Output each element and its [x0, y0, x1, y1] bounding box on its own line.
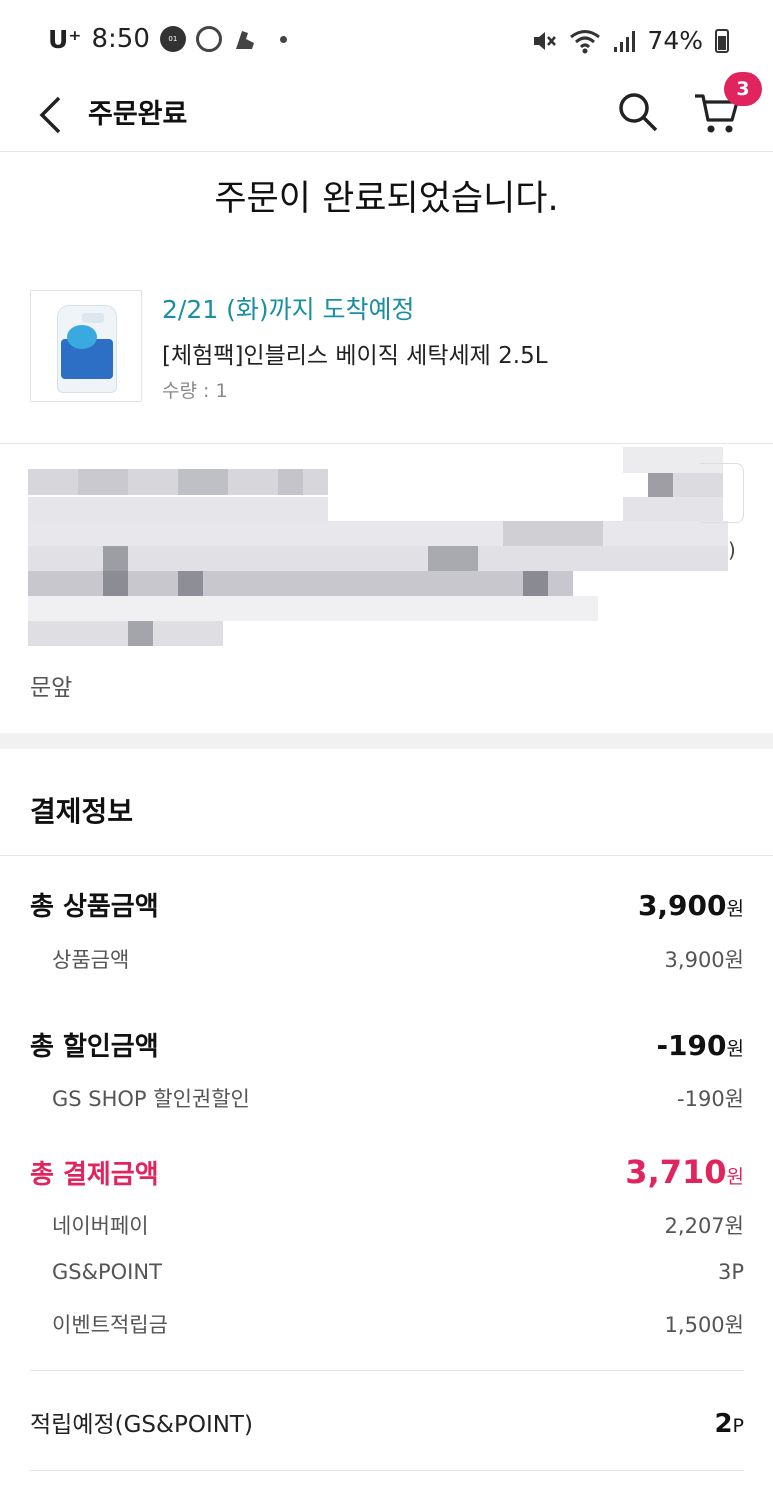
redacted-line [28, 497, 328, 521]
accrual-label: 적립예정(GS&POINT) [30, 1412, 253, 1438]
naverpay-label: 네이버페이 [52, 1214, 149, 1238]
total-product-label: 총 상품금액 [30, 892, 159, 922]
redacted-cell [648, 473, 673, 497]
section-divider [0, 733, 773, 749]
lock-app-icon-label: 01 LOCK [163, 35, 183, 69]
won-unit: 원 [726, 898, 744, 920]
accrual-value: 2P [714, 1409, 744, 1439]
search-button[interactable] [612, 86, 664, 138]
address-suffix: ) [728, 538, 736, 562]
order-product[interactable]: 2/21 (화)까지 도착예정 [체험팩]인블리스 베이직 세탁세제 2.5L … [30, 290, 750, 402]
redacted-cell [103, 546, 128, 571]
gspoint-row: GS&POINT 3P [30, 1260, 744, 1284]
chevron-left-icon [39, 96, 61, 134]
total-discount-label: 총 할인금액 [30, 1032, 159, 1062]
product-quantity: 수량 : 1 [162, 380, 228, 402]
redacted-cell [523, 571, 548, 596]
total-discount-amount: -190 [656, 1029, 727, 1062]
signal-icon [614, 30, 636, 52]
won-unit: 원 [726, 1166, 744, 1188]
address-change-button[interactable] [700, 463, 744, 523]
total-product-row: 총 상품금액 3,900원 [30, 886, 744, 923]
event-credit-label: 이벤트적립금 [52, 1313, 168, 1337]
delivery-eta: 2/21 (화)까지 도착예정 [162, 295, 415, 324]
redacted-line [28, 546, 728, 571]
mute-icon [534, 31, 557, 50]
product-thumbnail[interactable] [30, 290, 142, 402]
total-payment-value: 3,710원 [625, 1153, 744, 1191]
divider [30, 1370, 744, 1371]
gspoint-label: GS&POINT [52, 1260, 162, 1284]
notification-dot-icon [279, 35, 287, 43]
divider [30, 1470, 744, 1471]
redacted-address [28, 447, 738, 657]
lock-app-icon: 01 LOCK [159, 26, 186, 69]
product-amount-row: 상품금액 3,900원 [30, 944, 744, 974]
total-product-value: 3,900원 [638, 889, 744, 922]
product-amount-value: 3,900원 [664, 948, 744, 972]
divider [0, 443, 773, 444]
coupon-discount-value: -190원 [677, 1087, 744, 1111]
total-payment-amount: 3,710 [625, 1153, 727, 1191]
redacted-cell [278, 469, 303, 495]
redacted-cell [503, 521, 603, 546]
event-credit-row: 이벤트적립금 1,500원 [30, 1309, 744, 1339]
total-payment-label: 총 결제금액 [30, 1160, 159, 1190]
naverpay-value: 2,207원 [664, 1214, 744, 1238]
total-discount-row: 총 할인금액 -190원 [30, 1026, 744, 1063]
redacted-cell [78, 469, 128, 495]
redacted-line [28, 596, 598, 621]
shoe-icon [235, 31, 254, 49]
point-unit: P [732, 1415, 744, 1437]
status-left: U⁺ 8:50 01 LOCK [48, 24, 287, 69]
naverpay-row: 네이버페이 2,207원 [30, 1210, 744, 1240]
redacted-cell [178, 469, 228, 495]
redacted-cell [178, 571, 203, 596]
divider [0, 855, 773, 856]
total-discount-value: -190원 [656, 1029, 744, 1062]
bottle-logo [67, 325, 97, 349]
coupon-discount-label: GS SHOP 할인권할인 [52, 1087, 250, 1111]
product-name[interactable]: [체험팩]인블리스 베이직 세탁세제 2.5L [162, 336, 548, 370]
accrual-amount: 2 [714, 1409, 733, 1439]
battery-percent: 74% [647, 26, 703, 55]
won-unit: 원 [726, 1038, 744, 1060]
total-payment-row: 총 결제금액 3,710원 [30, 1153, 744, 1191]
redacted-cell [428, 546, 478, 571]
carrier-label: U⁺ [48, 24, 82, 54]
cart-count-badge: 3 [724, 72, 762, 106]
payment-info-title: 결제정보 [30, 795, 134, 828]
order-complete-heading: 주문이 완료되었습니다. [214, 179, 559, 219]
product-amount-label: 상품금액 [52, 948, 130, 972]
gspoint-value: 3P [717, 1260, 744, 1284]
accrual-row: 적립예정(GS&POINT) 2P [30, 1405, 744, 1439]
delivery-request-note: 문앞 [30, 675, 73, 701]
redacted-line [28, 621, 223, 646]
event-credit-value: 1,500원 [664, 1313, 744, 1337]
redacted-line [28, 521, 728, 546]
redacted-cell [103, 571, 128, 596]
page-title: 주문완료 [88, 99, 188, 130]
coupon-discount-row: GS SHOP 할인권할인 -190원 [30, 1083, 744, 1113]
redacted-cell [128, 621, 153, 646]
search-icon [619, 93, 658, 132]
app-bar: 주문완료 [0, 80, 773, 152]
back-button[interactable] [30, 90, 70, 140]
status-bar: U⁺ 8:50 01 LOCK 74% [0, 0, 773, 80]
clock: 8:50 [91, 24, 150, 54]
total-product-amount: 3,900 [637, 889, 727, 922]
wifi-icon [570, 29, 601, 53]
bottle-cap [82, 313, 104, 323]
gear-badge-icon [195, 26, 222, 52]
battery-icon [715, 28, 729, 53]
status-right: 74% [531, 26, 729, 55]
